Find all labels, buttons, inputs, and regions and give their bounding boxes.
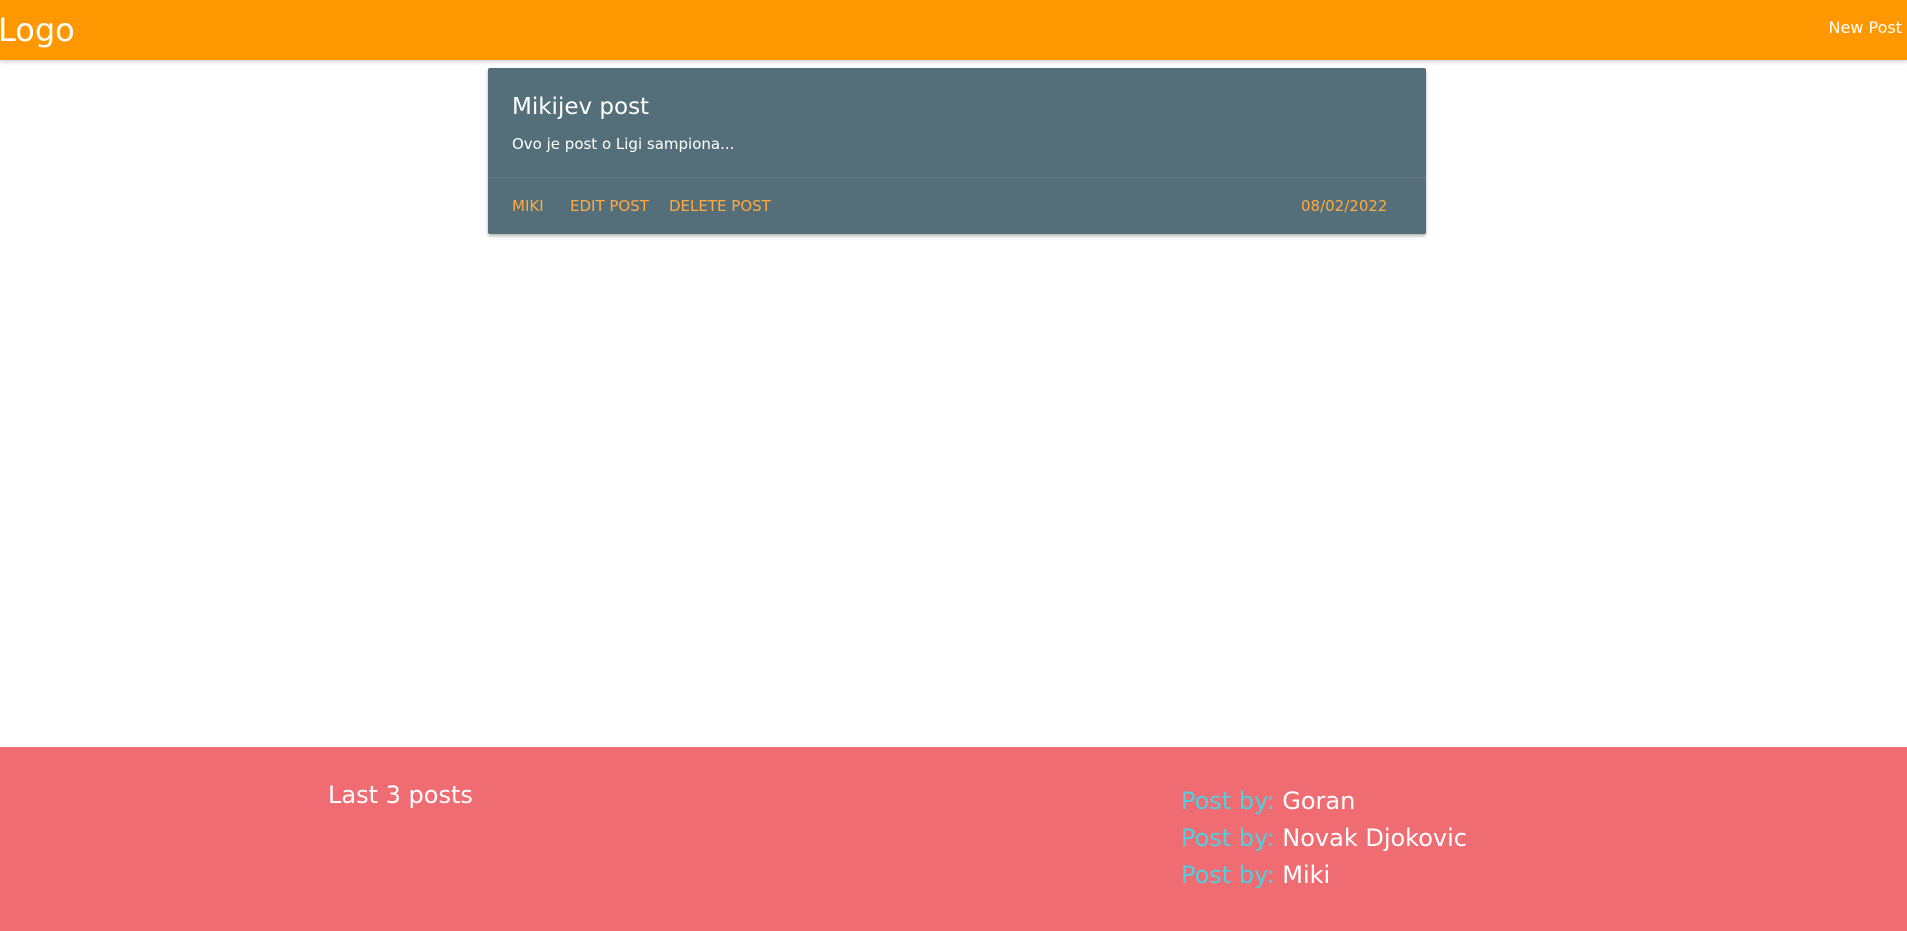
recent-post-prefix: Post by: <box>1181 824 1275 852</box>
post-author-link[interactable]: MIKI <box>512 196 544 216</box>
recent-post-prefix: Post by: <box>1181 861 1275 889</box>
recent-post-author: Novak Djokovic <box>1282 824 1467 852</box>
new-post-link[interactable]: New Post <box>1829 18 1902 38</box>
edit-post-button[interactable]: EDIT POST <box>570 196 649 216</box>
recent-post-author: Goran <box>1282 787 1356 815</box>
recent-posts-list: Post by: Goran Post by: Novak Djokovic P… <box>1181 783 1467 894</box>
recent-post-item[interactable]: Post by: Goran <box>1181 783 1467 820</box>
recent-post-author: Miki <box>1282 861 1331 889</box>
post-excerpt: Ovo je post o Ligi sampiona... <box>512 135 735 153</box>
top-navbar: Logo New Post <box>0 0 1907 60</box>
recent-post-item[interactable]: Post by: Novak Djokovic <box>1181 820 1467 857</box>
recent-post-item[interactable]: Post by: Miki <box>1181 857 1467 894</box>
post-card-content: Mikijev post Ovo je post o Ligi sampiona… <box>488 68 1426 178</box>
post-title: Mikijev post <box>512 94 650 120</box>
delete-post-button[interactable]: DELETE POST <box>669 196 771 216</box>
recent-post-prefix: Post by: <box>1181 787 1275 815</box>
page-footer: Last 3 posts Post by: Goran Post by: Nov… <box>0 747 1907 931</box>
post-card: Mikijev post Ovo je post o Ligi sampiona… <box>488 68 1426 234</box>
brand-logo[interactable]: Logo <box>0 10 75 50</box>
footer-title: Last 3 posts <box>328 781 473 809</box>
post-date: 08/02/2022 <box>1301 197 1388 215</box>
post-card-actions: MIKI EDIT POST DELETE POST 08/02/2022 <box>488 178 1426 234</box>
